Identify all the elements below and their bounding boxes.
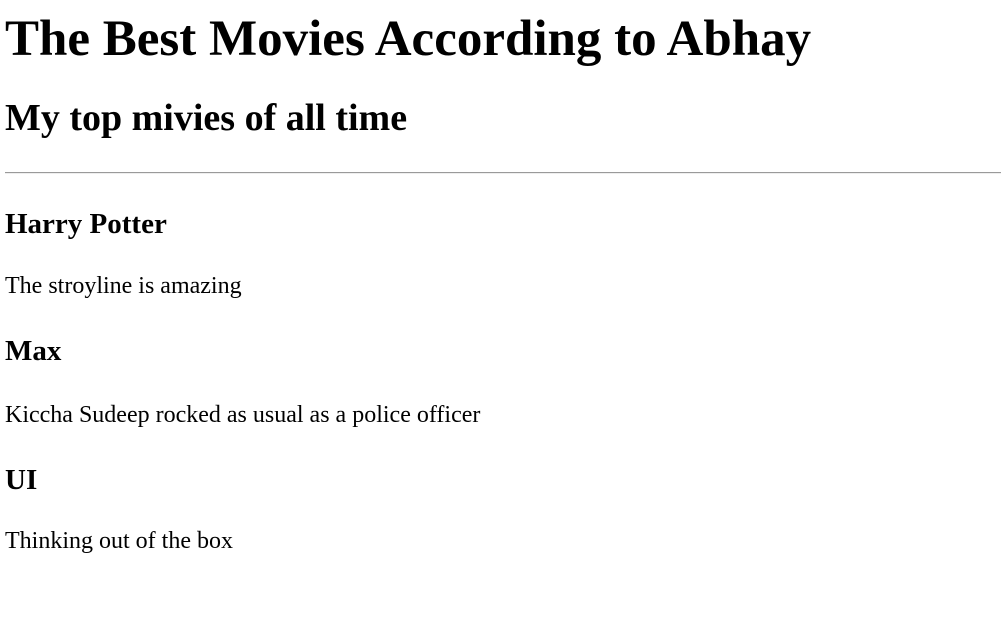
movie-title: Max: [5, 335, 62, 367]
page-subtitle: My top mivies of all time: [5, 97, 408, 139]
page-content: The Best Movies According to Abhay My to…: [0, 0, 1001, 555]
movie-title: UI: [5, 464, 38, 496]
movie-list: Harry Potter The stroyline is amazing Ma…: [5, 207, 1001, 555]
movie-description: The stroyline is amazing: [5, 273, 242, 299]
divider: [5, 172, 1001, 174]
movie-description: Thinking out of the box: [5, 528, 233, 554]
movie-description: Kiccha Sudeep rocked as usual as a polic…: [5, 402, 481, 428]
movie-title: Harry Potter: [5, 208, 167, 240]
page-title: The Best Movies According to Abhay: [5, 11, 812, 67]
